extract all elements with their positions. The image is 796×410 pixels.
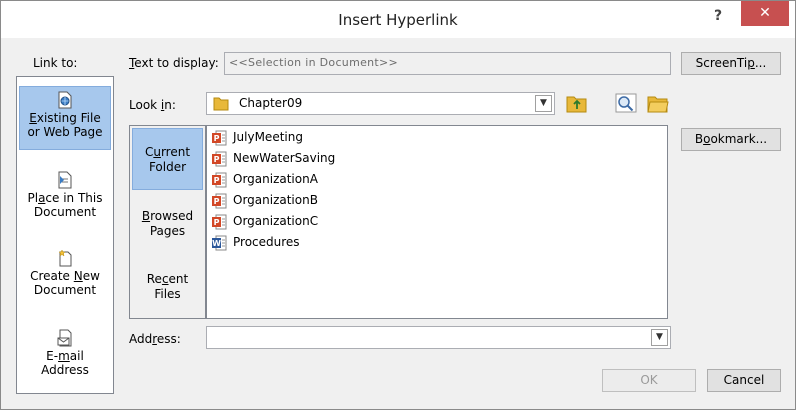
- list-item[interactable]: P OrganizationB: [211, 190, 318, 210]
- browse-web-icon[interactable]: [615, 93, 637, 113]
- cancel-button[interactable]: Cancel: [707, 369, 781, 392]
- email-icon: [57, 329, 72, 347]
- file-name: Procedures: [233, 235, 300, 249]
- current-folder-tab[interactable]: Current Folder: [132, 128, 203, 190]
- title-bar: Insert Hyperlink ? ✕: [1, 1, 795, 38]
- address-label: Address:: [129, 332, 181, 346]
- svg-text:W: W: [212, 239, 221, 248]
- close-button[interactable]: ✕: [741, 1, 789, 26]
- folder-icon: [213, 97, 229, 111]
- link-to-sidebar: Existing File or Web Page Place in This …: [16, 76, 114, 394]
- ok-button[interactable]: OK: [602, 369, 696, 392]
- link-to-create-new-document[interactable]: Create New Document: [19, 249, 111, 299]
- word-file-icon: W: [212, 235, 227, 250]
- link-to-place-in-document[interactable]: Place in This Document: [19, 171, 111, 221]
- file-source-nav: Current Folder Browsed Pages Recent File…: [129, 125, 206, 319]
- file-name: OrganizationB: [233, 193, 318, 207]
- svg-text:P: P: [214, 176, 220, 185]
- file-name: OrganizationA: [233, 172, 318, 186]
- text-to-display-input[interactable]: <<Selection in Document>>: [224, 52, 671, 75]
- file-name: JulyMeeting: [233, 130, 303, 144]
- powerpoint-file-icon: P: [212, 130, 227, 145]
- powerpoint-file-icon: P: [212, 214, 227, 229]
- svg-text:P: P: [214, 134, 220, 143]
- file-list: P JulyMeeting P NewWaterSaving P Organization…: [206, 125, 668, 319]
- chevron-down-icon[interactable]: ▼: [651, 329, 668, 346]
- look-in-label: Look in:: [129, 98, 176, 112]
- browse-file-icon[interactable]: [647, 93, 669, 113]
- list-item[interactable]: P OrganizationC: [211, 211, 318, 231]
- bookmark-button[interactable]: Bookmark...: [681, 128, 781, 151]
- svg-text:P: P: [214, 155, 220, 164]
- document-place-icon: [58, 171, 72, 189]
- new-document-icon: [58, 249, 72, 267]
- look-in-value: Chapter09: [239, 96, 303, 110]
- dialog-title: Insert Hyperlink: [338, 11, 458, 29]
- powerpoint-file-icon: P: [212, 193, 227, 208]
- look-in-dropdown[interactable]: Chapter09 ▼: [206, 92, 555, 115]
- link-to-label: Link to:: [33, 56, 78, 70]
- screentip-button[interactable]: ScreenTip...: [681, 52, 781, 75]
- list-item[interactable]: W Procedures: [211, 232, 300, 252]
- powerpoint-file-icon: P: [212, 151, 227, 166]
- powerpoint-file-icon: P: [212, 172, 227, 187]
- insert-hyperlink-dialog: Insert Hyperlink ? ✕ Link to: Text to di…: [0, 0, 796, 410]
- text-to-display-value: <<Selection in Document>>: [229, 56, 399, 69]
- link-to-existing-file[interactable]: Existing File or Web Page: [19, 86, 111, 150]
- svg-text:P: P: [214, 197, 220, 206]
- file-name: NewWaterSaving: [233, 151, 336, 165]
- text-to-display-label: Text to display:: [129, 56, 219, 70]
- file-name: OrganizationC: [233, 214, 319, 228]
- svg-text:P: P: [214, 218, 220, 227]
- address-input[interactable]: ▼: [206, 326, 671, 349]
- web-page-icon: [58, 91, 72, 109]
- list-item[interactable]: P JulyMeeting: [211, 127, 303, 147]
- recent-files-tab[interactable]: Recent Files: [132, 256, 203, 332]
- list-item[interactable]: P NewWaterSaving: [211, 148, 335, 168]
- help-button[interactable]: ?: [704, 5, 732, 29]
- link-to-email-address[interactable]: E-mail Address: [19, 329, 111, 379]
- chevron-down-icon[interactable]: ▼: [535, 95, 552, 112]
- list-item[interactable]: P OrganizationA: [211, 169, 318, 189]
- up-one-folder-icon[interactable]: [566, 93, 588, 113]
